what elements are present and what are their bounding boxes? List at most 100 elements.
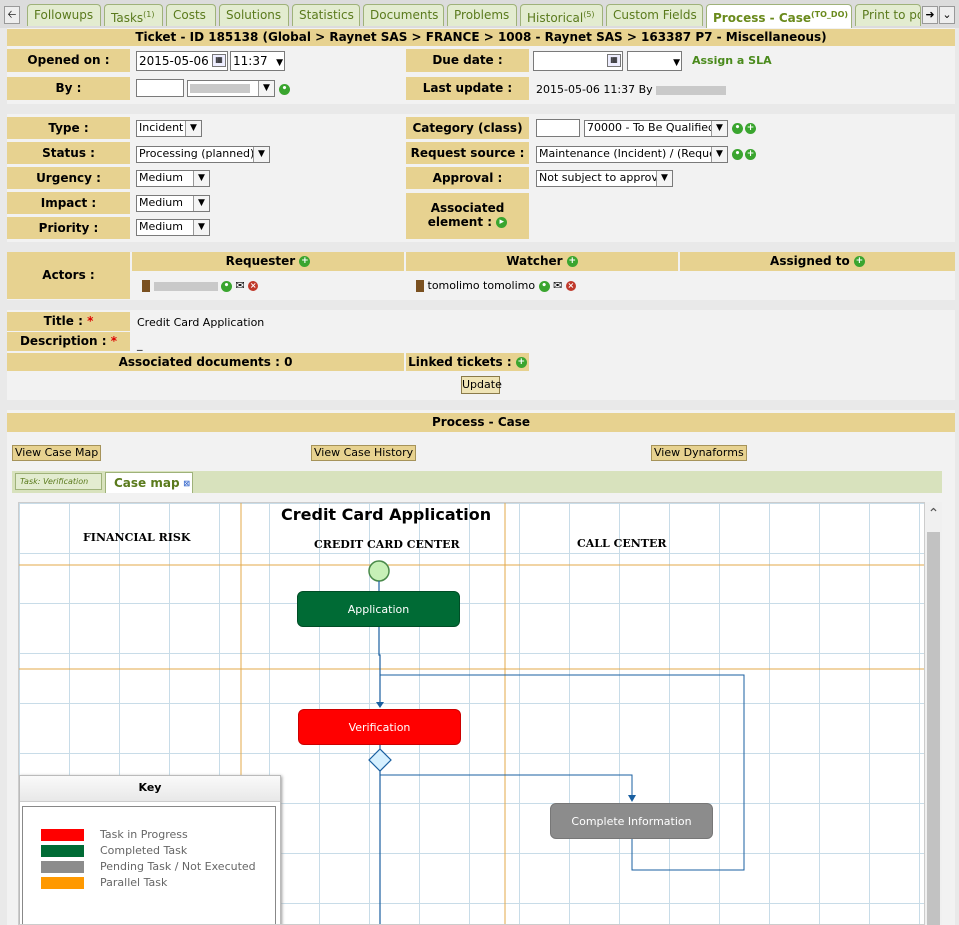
last-update-label: Last update : (406, 77, 529, 100)
legend-swatch (41, 860, 84, 873)
request-source-select[interactable]: Maintenance (Incident) / (Request) ▼ (536, 146, 728, 163)
update-button[interactable]: Update (461, 376, 502, 394)
tab-label: Statistics (299, 8, 354, 22)
assign-sla-link[interactable]: Assign a SLA (692, 54, 772, 67)
scroll-up-icon[interactable]: ⌃ (925, 506, 942, 524)
type-value: Incident (139, 121, 184, 134)
tab-custom-fields[interactable]: Custom Fields (606, 4, 703, 26)
add-linked-ticket-icon[interactable]: + (515, 357, 527, 368)
opened-time-select[interactable]: 11:37 ▼ (230, 51, 285, 71)
requester-label: Requester (225, 254, 296, 268)
scroll-right-icon[interactable]: ➜ (922, 6, 938, 24)
category-search-field[interactable] (536, 119, 580, 137)
approval-select[interactable]: Not subject to approval ▼ (536, 170, 673, 187)
due-time-select[interactable]: ▼ (627, 51, 682, 71)
delete-icon[interactable]: × (248, 281, 259, 291)
calendar-icon[interactable]: ▦ (607, 54, 621, 67)
requester-entry: • ✉ × (142, 279, 259, 292)
tab-tasks[interactable]: Tasks(1) (104, 4, 163, 26)
add-category-icon[interactable]: + (745, 123, 756, 134)
actors-label: Actors : (7, 252, 130, 299)
case-map-scrollbar[interactable]: ⌃ (925, 502, 942, 925)
chevron-down-icon: ▼ (276, 58, 283, 68)
start-event-icon (368, 560, 390, 582)
type-select[interactable]: Incident ▼ (136, 120, 202, 137)
view-case-map-button[interactable]: View Case Map (12, 445, 102, 461)
category-select[interactable]: 70000 - To Be Qualified! ▼ (584, 120, 728, 137)
key-item: Pending Task / Not Executed (41, 859, 256, 875)
impact-select[interactable]: Medium ▼ (136, 195, 210, 212)
priority-label: Priority : (7, 217, 130, 239)
user-info-icon[interactable]: • (279, 84, 290, 95)
task-complete-information[interactable]: Complete Information (550, 803, 713, 839)
subtab-label: Case map (114, 476, 180, 490)
tab-print-pdf[interactable]: Print to pdf (855, 4, 921, 26)
actors-panel: Actors : Requester + Watcher + Assigned … (7, 252, 955, 300)
description-value[interactable]: _ (137, 338, 143, 351)
user-icon (416, 280, 424, 292)
tab-label: Costs (173, 8, 206, 22)
task-application[interactable]: Application (297, 591, 460, 627)
view-case-history-button[interactable]: View Case History (311, 445, 417, 461)
subtab-task-verification[interactable]: Task: Verification (15, 473, 102, 490)
tab-count: (5) (583, 10, 595, 19)
email-notify-icon[interactable]: ✉ (236, 279, 245, 292)
add-assigned-icon[interactable]: + (853, 256, 865, 267)
tab-label: Documents (370, 8, 439, 22)
lane-financial-risk: FINANCIAL RISK (83, 531, 191, 544)
tab-statistics[interactable]: Statistics (292, 4, 360, 26)
add-requester-icon[interactable]: + (299, 256, 311, 267)
lane-credit-card-center: CREDIT CARD CENTER (314, 538, 460, 551)
tab-solutions[interactable]: Solutions (219, 4, 289, 26)
approval-label: Approval : (406, 167, 529, 189)
title-value[interactable]: Credit Card Application (137, 316, 264, 329)
add-request-source-icon[interactable]: + (745, 149, 756, 160)
scroll-left-icon[interactable]: 🡠 (4, 6, 20, 24)
category-info-icon[interactable]: • (732, 123, 743, 134)
user-info-icon[interactable]: • (538, 280, 550, 292)
priority-select[interactable]: Medium ▼ (136, 219, 210, 236)
calendar-icon[interactable]: ▦ (212, 54, 226, 67)
chevron-down-icon: ▼ (253, 147, 269, 162)
tab-documents[interactable]: Documents (363, 4, 444, 26)
request-source-info-icon[interactable]: • (732, 149, 743, 160)
email-notify-icon[interactable]: ✉ (553, 279, 562, 292)
scrollbar-thumb[interactable] (927, 532, 940, 925)
chevron-down-icon: ▼ (258, 81, 274, 96)
ticket-dates-panel: Ticket - ID 185138 (Global > Raynet SAS … (7, 28, 955, 104)
task-verification[interactable]: Verification (298, 709, 461, 745)
by-user-select[interactable]: ▼ (187, 80, 275, 97)
urgency-label: Urgency : (7, 167, 130, 189)
urgency-value: Medium (139, 171, 183, 184)
delete-icon[interactable]: × (565, 281, 576, 291)
blurred-user (153, 281, 218, 291)
connector (380, 774, 633, 799)
tab-costs[interactable]: Costs (166, 4, 216, 26)
tab-menu-icon[interactable]: ⌄ (939, 6, 955, 24)
chevron-down-icon: ▼ (193, 220, 209, 235)
legend-label: Pending Task / Not Executed (100, 860, 256, 873)
by-search-field[interactable] (136, 79, 184, 97)
assoc-element-label: Associated element : ▸ (406, 193, 529, 239)
title-label-text: Title : (43, 314, 83, 328)
user-info-icon[interactable]: • (221, 280, 232, 292)
tab-label: Followups (34, 8, 94, 22)
linked-tickets-text: Linked tickets : (408, 355, 512, 369)
due-date-label: Due date : (406, 49, 529, 72)
urgency-select[interactable]: Medium ▼ (136, 170, 210, 187)
tab-process-case[interactable]: Process - Case(TO_DO) (706, 4, 852, 28)
tab-problems[interactable]: Problems (447, 4, 517, 26)
impact-label: Impact : (7, 192, 130, 214)
key-item: Completed Task (41, 843, 256, 859)
request-source-value: Maintenance (Incident) / (Request) (539, 147, 728, 160)
assoc-element-text: Associated element : (427, 201, 505, 229)
view-dynaforms-button[interactable]: View Dynaforms (651, 445, 747, 461)
add-element-icon[interactable]: ▸ (496, 217, 508, 228)
close-icon[interactable]: ⊠ (183, 474, 190, 494)
tab-historical[interactable]: Historical(5) (520, 4, 603, 26)
lane-call-center: CALL CENTER (577, 537, 667, 550)
subtab-case-map[interactable]: Case map ⊠ (105, 472, 193, 493)
add-watcher-icon[interactable]: + (566, 256, 578, 267)
status-select[interactable]: Processing (planned) ▼ (136, 146, 270, 163)
tab-followups[interactable]: Followups (27, 4, 101, 26)
